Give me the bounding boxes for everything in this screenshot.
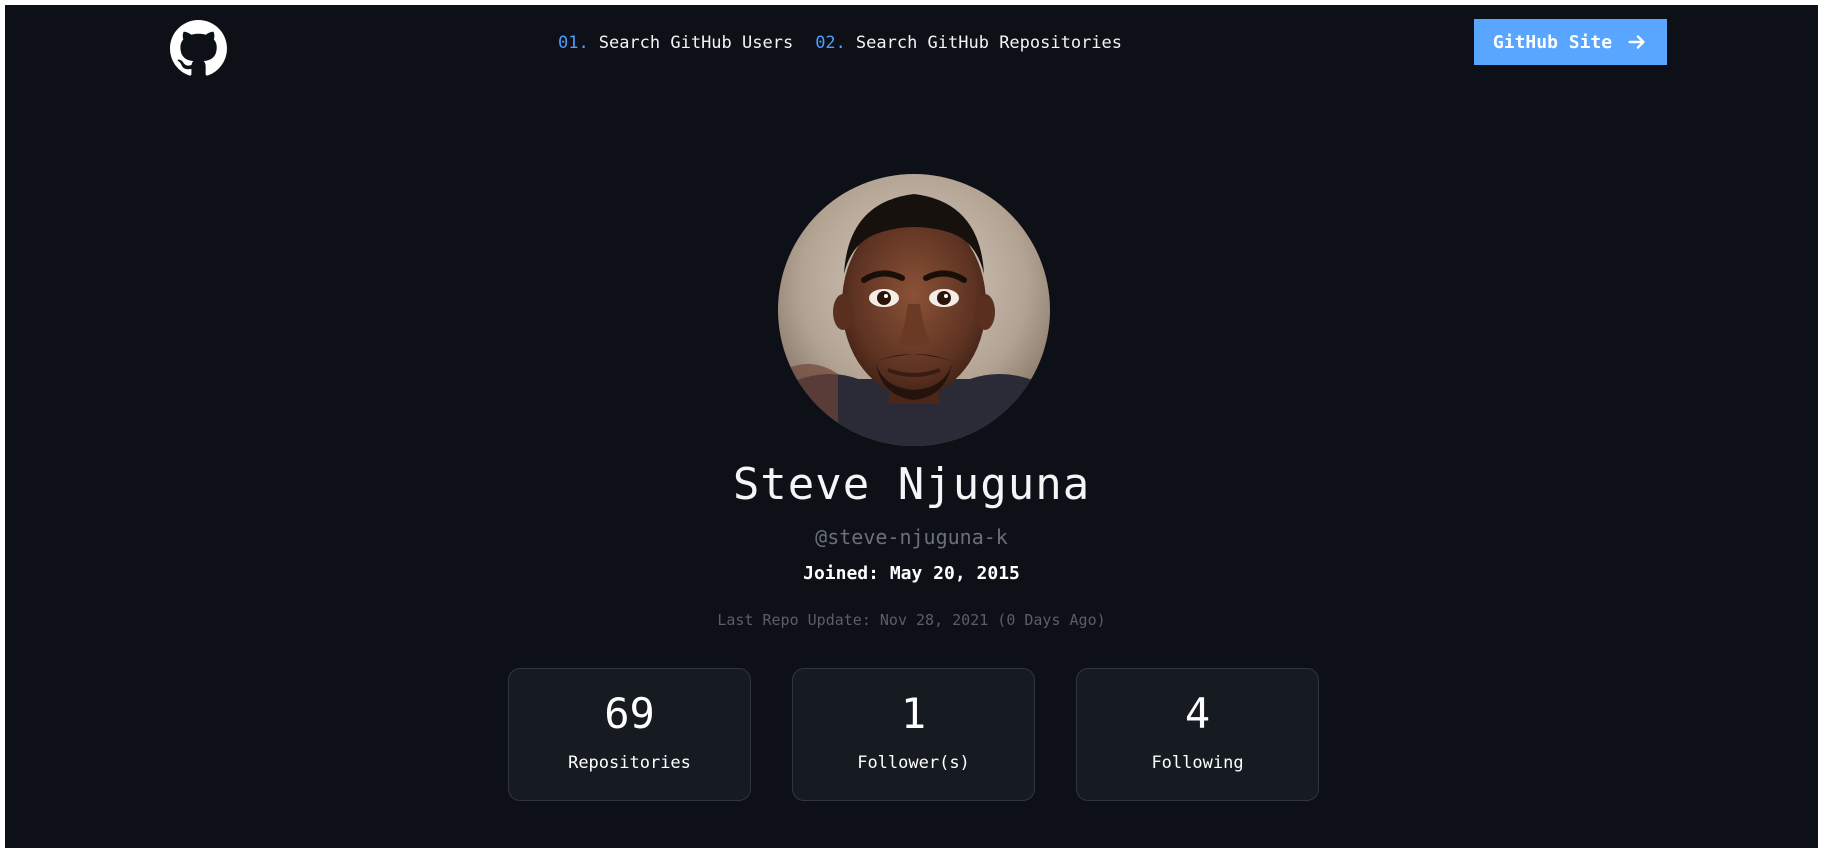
nav-search-users[interactable]: 01. Search GitHub Users: [558, 33, 793, 53]
github-icon[interactable]: [170, 20, 227, 77]
github-site-button[interactable]: GitHub Site: [1474, 19, 1667, 65]
top-nav: 01. Search GitHub Users 02. Search GitHu…: [558, 33, 1122, 53]
stat-label: Follower(s): [857, 753, 970, 774]
arrow-right-icon: [1626, 31, 1648, 53]
joined-date: Joined: May 20, 2015: [803, 563, 1020, 584]
profile-handle: @steve-njuguna-k: [815, 525, 1008, 549]
stat-value: 69: [604, 689, 655, 738]
stats-row: 69 Repositories 1 Follower(s) 4 Followin…: [508, 668, 1319, 801]
nav-label: Search GitHub Users: [598, 33, 794, 53]
stat-card-repositories: 69 Repositories: [508, 668, 751, 801]
nav-number: 01.: [558, 33, 589, 53]
github-site-label: GitHub Site: [1492, 31, 1613, 53]
stat-card-following: 4 Following: [1076, 668, 1319, 801]
last-repo-update: Last Repo Update: Nov 28, 2021 (0 Days A…: [717, 611, 1106, 629]
stat-label: Repositories: [568, 753, 691, 774]
nav-label: Search GitHub Repositories: [855, 33, 1123, 53]
stat-value: 4: [1184, 689, 1211, 738]
stat-label: Following: [1151, 753, 1244, 774]
nav-search-repositories[interactable]: 02. Search GitHub Repositories: [815, 33, 1122, 53]
stat-card-followers: 1 Follower(s): [792, 668, 1035, 801]
stat-value: 1: [900, 689, 927, 738]
avatar: [778, 174, 1050, 446]
nav-number: 02.: [815, 33, 846, 53]
app-window: 01. Search GitHub Users 02. Search GitHu…: [5, 5, 1818, 848]
profile-name: Steve Njuguna: [732, 459, 1091, 510]
